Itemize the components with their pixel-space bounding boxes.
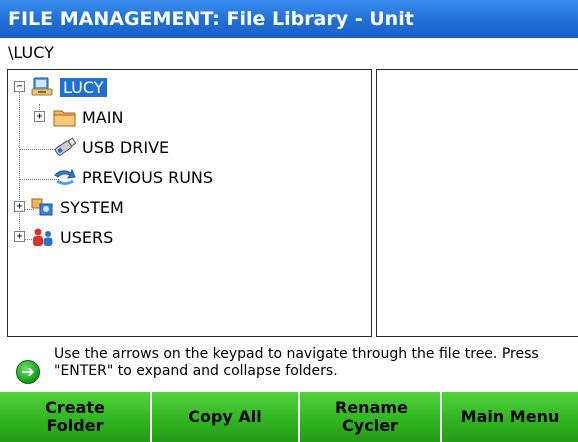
computer-folder-icon: [30, 76, 56, 98]
title-bar: FILE MANAGEMENT: File Library - Unit: [0, 0, 578, 38]
rename-cycler-label: Rename Cycler: [335, 398, 408, 435]
expand-toggle-system[interactable]: +: [14, 201, 25, 212]
create-folder-label: Create Folder: [45, 398, 105, 435]
tree-item-label: MAIN: [82, 107, 124, 127]
current-path: \LUCY: [8, 43, 54, 62]
tree-item-system[interactable]: SYSTEM: [30, 195, 124, 219]
tree-item-users[interactable]: USERS: [30, 225, 113, 249]
users-icon: [30, 226, 56, 248]
tree-item-label: SYSTEM: [60, 197, 124, 217]
arrow-right-icon: ➔: [16, 360, 40, 384]
tree-item-main[interactable]: MAIN: [52, 105, 123, 129]
tree-item-lucy[interactable]: LUCY: [30, 75, 107, 99]
previous-runs-icon: [52, 166, 78, 188]
tree-item-usb-drive[interactable]: USB DRIVE: [52, 135, 169, 159]
collapse-toggle-lucy[interactable]: −: [14, 81, 25, 92]
rename-cycler-button[interactable]: Rename Cycler: [300, 392, 442, 442]
expand-toggle-main[interactable]: +: [34, 111, 45, 122]
tree-item-previous-runs[interactable]: PREVIOUS RUNS: [52, 165, 213, 189]
main-menu-label: Main Menu: [460, 407, 560, 426]
system-icon: [30, 196, 56, 218]
file-tree-pane[interactable]: − LUCY + MAIN USB DRIVE PREVIOUS RUNS + …: [7, 69, 372, 337]
tree-item-label: PREVIOUS RUNS: [82, 167, 214, 187]
usb-drive-icon: [52, 136, 78, 158]
tree-item-label: USERS: [60, 227, 114, 247]
folder-icon: [52, 106, 78, 128]
copy-all-button[interactable]: Copy All: [152, 392, 300, 442]
tree-connector: [19, 92, 20, 242]
tree-item-label: USB DRIVE: [82, 137, 170, 157]
copy-all-label: Copy All: [188, 407, 262, 426]
tree-item-label: LUCY: [60, 77, 107, 97]
expand-toggle-users[interactable]: +: [14, 231, 25, 242]
create-folder-button[interactable]: Create Folder: [0, 392, 152, 442]
window-title: FILE MANAGEMENT: File Library - Unit: [8, 8, 414, 30]
softkey-bar: Create Folder Copy All Rename Cycler Mai…: [0, 392, 578, 442]
file-detail-pane[interactable]: [376, 69, 578, 337]
main-menu-button[interactable]: Main Menu: [442, 392, 578, 442]
hint-text: Use the arrows on the keypad to navigate…: [54, 346, 539, 379]
